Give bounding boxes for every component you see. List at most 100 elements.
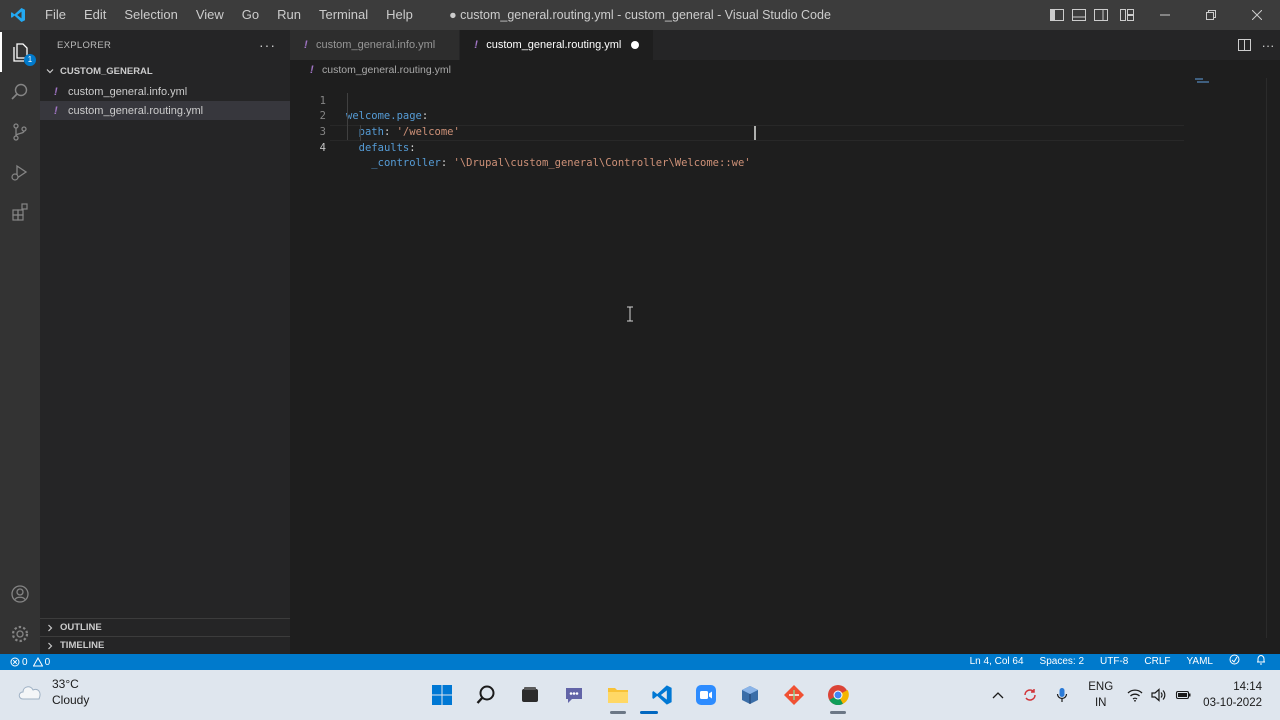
- warning-count: 0: [44, 656, 51, 668]
- chevron-up-icon[interactable]: [982, 670, 1014, 720]
- source-control-icon[interactable]: [0, 112, 40, 152]
- windows-start-icon[interactable]: [420, 675, 464, 715]
- yaml-file-icon: !: [474, 39, 478, 51]
- code-editor[interactable]: 1 welcome.page: 2 path: '/welcome' 3 def…: [290, 78, 1280, 170]
- task-view-icon[interactable]: [508, 675, 552, 715]
- search-icon[interactable]: [0, 72, 40, 112]
- virtualbox-icon[interactable]: [728, 675, 772, 715]
- toggle-panel-icon[interactable]: [1068, 0, 1090, 30]
- feedback-icon[interactable]: [1221, 654, 1248, 671]
- yaml-file-icon: !: [310, 64, 314, 76]
- tab-label: custom_general.routing.yml: [486, 39, 622, 51]
- taskbar-apps: [420, 675, 860, 715]
- menu-selection[interactable]: Selection: [115, 0, 186, 30]
- yaml-file-icon: !: [304, 39, 308, 51]
- more-actions-icon[interactable]: ···: [259, 37, 276, 53]
- toggle-sidebar-icon[interactable]: [1046, 0, 1068, 30]
- file-routing-yml[interactable]: ! custom_general.routing.yml: [40, 101, 290, 120]
- timeline-section[interactable]: TIMELINE: [40, 636, 290, 654]
- vscode-taskbar-icon[interactable]: [640, 675, 684, 715]
- yaml-separator: :: [440, 157, 454, 170]
- yaml-file-icon: !: [54, 85, 58, 98]
- editor-area: ! custom_general.info.yml ! custom_gener…: [290, 30, 1280, 654]
- cursor-position[interactable]: Ln 4, Col 64: [962, 654, 1032, 670]
- error-count: 0: [22, 656, 28, 668]
- vertical-scrollbar[interactable]: [1266, 78, 1280, 638]
- taskbar-search-icon[interactable]: [464, 675, 508, 715]
- lang-top: ENG: [1088, 681, 1114, 693]
- notifications-bell-icon[interactable]: [1248, 654, 1274, 671]
- activity-bar: 1: [0, 30, 40, 654]
- minimize-button[interactable]: [1142, 0, 1188, 30]
- folder-custom-general[interactable]: CUSTOM_GENERAL: [40, 60, 290, 82]
- account-icon[interactable]: [0, 574, 40, 614]
- menu-go[interactable]: Go: [233, 0, 268, 30]
- end-of-line[interactable]: CRLF: [1136, 654, 1178, 670]
- encoding[interactable]: UTF-8: [1092, 654, 1136, 670]
- language-mode[interactable]: YAML: [1179, 654, 1222, 670]
- file-explorer-icon[interactable]: [596, 675, 640, 715]
- breadcrumb-file: custom_general.routing.yml: [322, 64, 451, 76]
- minimap[interactable]: [1197, 81, 1209, 83]
- minimap[interactable]: [1195, 78, 1203, 80]
- code-line: 3 defaults:: [290, 109, 1280, 154]
- tab-routing-yml[interactable]: ! custom_general.routing.yml: [460, 30, 655, 60]
- cloud-icon: [16, 681, 44, 704]
- settings-gear-icon[interactable]: [0, 614, 40, 654]
- system-clock[interactable]: 14:14 03-10-2022: [1195, 679, 1280, 711]
- folder-name: CUSTOM_GENERAL: [60, 65, 153, 77]
- breadcrumb[interactable]: ! custom_general.routing.yml: [290, 61, 1280, 79]
- file-name: custom_general.routing.yml: [68, 104, 204, 117]
- problems-indicator[interactable]: 0 0: [0, 654, 50, 670]
- code-line: 2 path: '/welcome': [290, 94, 1280, 138]
- chrome-icon[interactable]: [816, 675, 860, 715]
- wifi-icon[interactable]: [1123, 670, 1147, 720]
- toggle-secondary-sidebar-icon[interactable]: [1090, 0, 1112, 30]
- tab-label: custom_general.info.yml: [316, 39, 436, 51]
- indentation[interactable]: Spaces: 2: [1032, 654, 1092, 670]
- restore-button[interactable]: [1188, 0, 1234, 30]
- input-language[interactable]: ENG IN: [1078, 679, 1123, 711]
- tab-info-yml[interactable]: ! custom_general.info.yml: [290, 30, 461, 60]
- menu-terminal[interactable]: Terminal: [310, 0, 377, 30]
- weather-temp: 33°C: [52, 677, 79, 691]
- line-number: 4: [319, 141, 326, 154]
- yaml-key: defaults: [358, 141, 410, 154]
- file-info-yml[interactable]: ! custom_general.info.yml: [40, 82, 290, 101]
- teams-chat-icon[interactable]: [552, 675, 596, 715]
- weather-widget[interactable]: 33°C Cloudy: [16, 676, 89, 708]
- explorer-badge: 1: [24, 54, 36, 66]
- menu-run[interactable]: Run: [268, 0, 310, 30]
- split-editor-icon[interactable]: [1232, 30, 1256, 60]
- battery-icon[interactable]: [1171, 670, 1195, 720]
- microphone-icon[interactable]: [1046, 670, 1078, 720]
- zoom-icon[interactable]: [684, 675, 728, 715]
- vscode-logo-icon: [0, 0, 36, 30]
- menu-bar: File Edit Selection View Go Run Terminal…: [36, 0, 422, 30]
- sync-icon[interactable]: [1014, 670, 1046, 720]
- run-debug-icon[interactable]: [0, 152, 40, 192]
- yaml-value: '\Drupal\custom_general\Controller\Welco…: [453, 157, 751, 170]
- git-gui-icon[interactable]: [772, 675, 816, 715]
- clock-date: 03-10-2022: [1203, 697, 1262, 709]
- chevron-right-icon: [44, 640, 56, 652]
- yaml-separator: :: [409, 141, 416, 154]
- customize-layout-icon[interactable]: [1112, 0, 1142, 30]
- yaml-key: _controller: [371, 157, 441, 170]
- yaml-file-icon: !: [54, 104, 58, 117]
- menu-edit[interactable]: Edit: [75, 0, 115, 30]
- explorer-title: EXPLORER: [57, 39, 112, 51]
- code-line: 4 _controller: '\Drupal\custom_general\C…: [290, 125, 1280, 170]
- extensions-icon[interactable]: [0, 192, 40, 232]
- menu-file[interactable]: File: [36, 0, 75, 30]
- volume-icon[interactable]: [1147, 670, 1171, 720]
- unsaved-dot-icon[interactable]: [631, 41, 640, 49]
- close-button[interactable]: [1234, 0, 1280, 30]
- menu-view[interactable]: View: [187, 0, 233, 30]
- status-bar: 0 0 Ln 4, Col 64 Spaces: 2 UTF-8 CRLF YA…: [0, 654, 1280, 670]
- outline-section[interactable]: OUTLINE: [40, 618, 290, 636]
- editor-more-icon[interactable]: ···: [1256, 30, 1280, 60]
- explorer-icon[interactable]: 1: [0, 32, 40, 72]
- menu-help[interactable]: Help: [377, 0, 422, 30]
